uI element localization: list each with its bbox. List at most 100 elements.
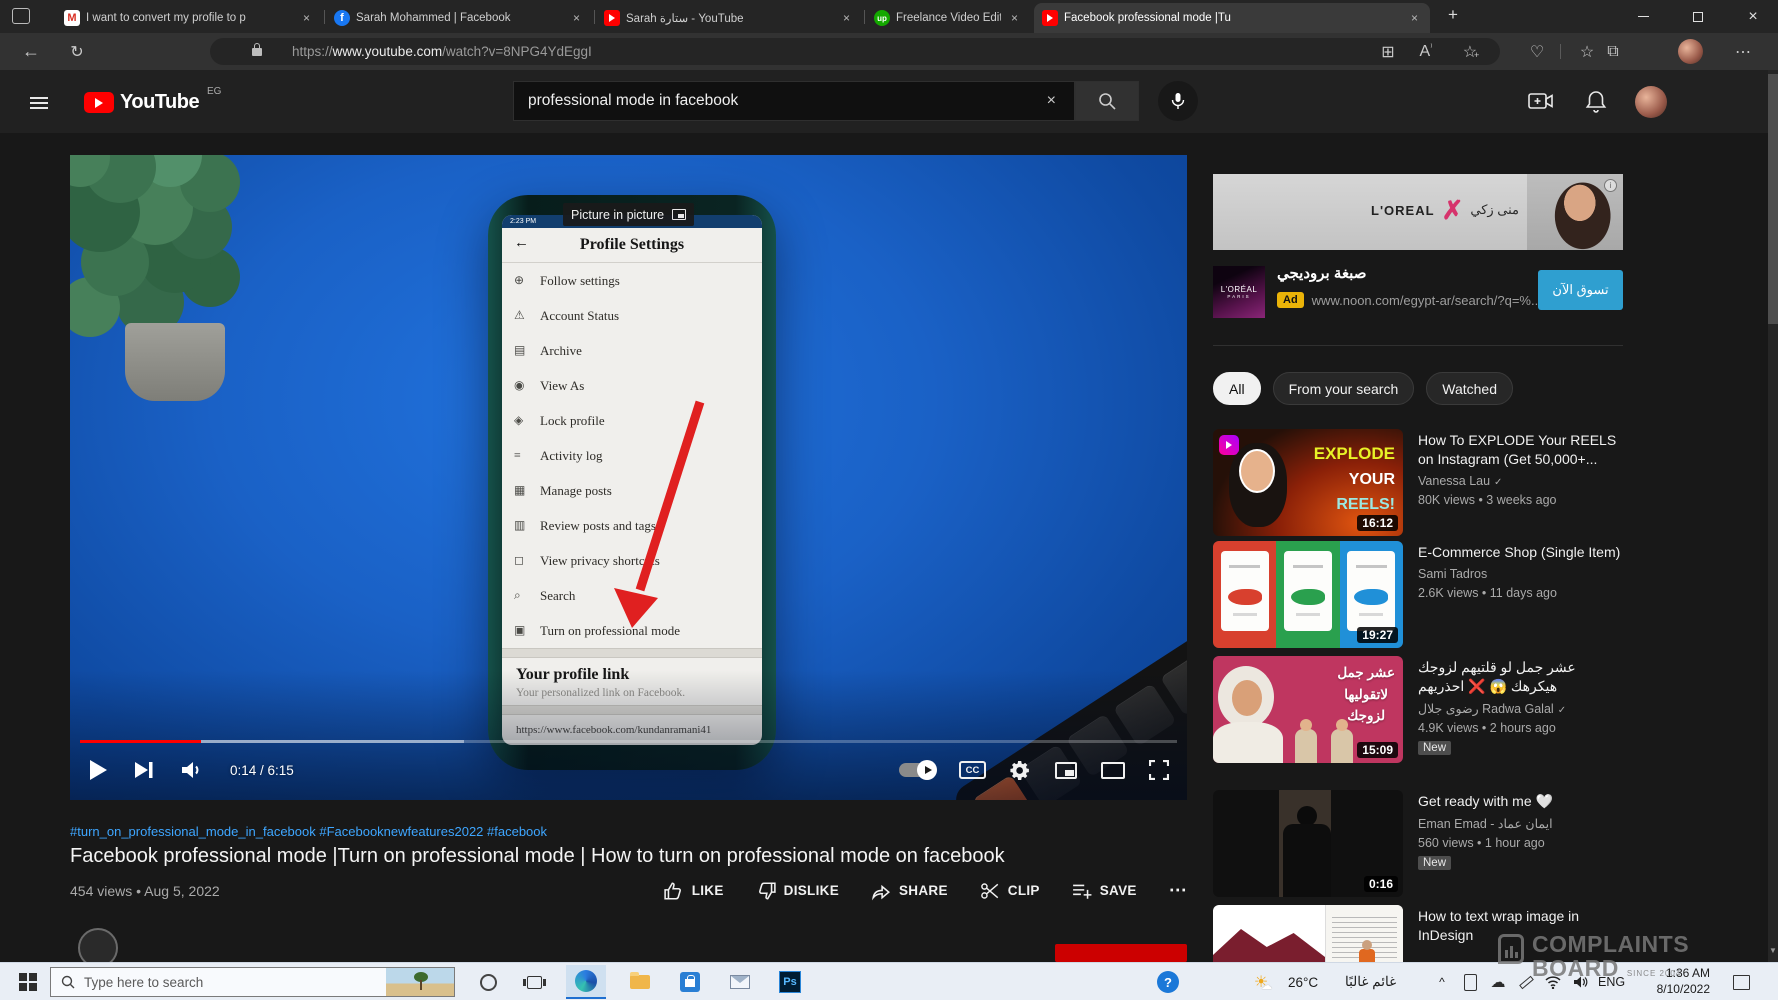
volume-icon[interactable] <box>180 760 204 780</box>
related-video-item[interactable]: عشر جمللاتقوليهالزوجك 15:09 عشر جمل لو ق… <box>1213 656 1623 788</box>
start-button[interactable] <box>10 963 46 1000</box>
action-center-icon[interactable] <box>1726 963 1756 1000</box>
search-icon <box>1097 91 1117 111</box>
close-button[interactable]: × <box>1730 0 1776 33</box>
temperature-text[interactable]: 26°C <box>1288 963 1318 1000</box>
collections-icon[interactable]: ⧉ <box>1600 40 1626 63</box>
youtube-logo-icon[interactable] <box>84 92 114 113</box>
settings-gear-icon[interactable] <box>1010 760 1031 781</box>
share-button[interactable]: SHARE <box>871 881 948 901</box>
clip-button[interactable]: CLIP <box>980 881 1040 901</box>
video-thumbnail[interactable]: 19:27 <box>1213 541 1403 648</box>
video-thumbnail[interactable]: عشر جمللاتقوليهالزوجك 15:09 <box>1213 656 1403 763</box>
tab-close-icon[interactable]: × <box>839 11 854 25</box>
add-favorite-icon[interactable]: ☆+ <box>1458 40 1484 63</box>
youtube-logo-text[interactable]: YouTube <box>120 91 199 114</box>
tab-facebook[interactable]: f Sarah Mohammed | Facebook × <box>326 3 592 33</box>
scrollbar-thumb[interactable] <box>1768 74 1778 324</box>
video-thumbnail[interactable]: How to <box>1213 905 1403 962</box>
channel-name[interactable]: Sami Tadros <box>1418 567 1623 581</box>
channel-name[interactable]: رضوى جلال Radwa Galal✓ <box>1418 701 1623 716</box>
microsoft-store-icon[interactable] <box>672 963 708 1000</box>
mail-icon[interactable] <box>722 963 758 1000</box>
browser-essentials-icon[interactable]: ♡ <box>1524 40 1550 63</box>
refresh-icon[interactable]: ↻ <box>64 40 90 63</box>
tablet-mode-icon[interactable] <box>1458 963 1482 1000</box>
url-field[interactable]: https://www.youtube.com/watch?v=8NPG4YdE… <box>210 38 1500 65</box>
chip-watched[interactable]: Watched <box>1426 372 1513 405</box>
search-box[interactable]: × <box>513 81 1075 121</box>
profile-avatar[interactable] <box>1678 39 1703 64</box>
mic-button[interactable] <box>1158 81 1198 121</box>
ad-cta-button[interactable]: تسوق الآن <box>1538 270 1623 310</box>
related-video-item[interactable]: 0:16 Get ready with me 🤍 Eman Emad - ايم… <box>1213 790 1623 905</box>
related-video-item[interactable]: EXPLODEYOURREELS! 16:12 How To EXPLODE Y… <box>1213 429 1623 539</box>
create-video-icon[interactable] <box>1528 90 1554 117</box>
taskbar-search-box[interactable]: Type here to search <box>50 967 455 997</box>
next-button[interactable] <box>134 761 154 779</box>
chip-from-your-search[interactable]: From your search <box>1273 372 1415 405</box>
scrollbar-down-arrow[interactable]: ▼ <box>1768 946 1778 955</box>
autoplay-toggle[interactable] <box>899 763 935 777</box>
subscribe-button-partial[interactable] <box>1055 944 1187 962</box>
minimize-button[interactable] <box>1620 0 1666 33</box>
favorites-icon[interactable]: ☆ <box>1574 40 1600 63</box>
tab-close-icon[interactable]: × <box>299 11 314 25</box>
ad-title[interactable]: صبغة بروديجي <box>1277 264 1366 282</box>
taskbar-edge-icon[interactable] <box>566 965 606 999</box>
tab-close-icon[interactable]: × <box>569 11 584 25</box>
tab-active-facebook-professional-mode[interactable]: Facebook professional mode |Tu × <box>1034 3 1430 33</box>
settings-more-icon[interactable]: ⋯ <box>1730 40 1756 63</box>
dislike-button[interactable]: DISLIKE <box>756 881 839 901</box>
chip-all[interactable]: All <box>1213 372 1261 405</box>
url-text: https://www.youtube.com/watch?v=8NPG4YdE… <box>292 44 592 59</box>
help-icon[interactable]: ? <box>1150 963 1186 1000</box>
save-button[interactable]: SAVE <box>1072 881 1137 901</box>
tab-close-icon[interactable]: × <box>1007 11 1022 25</box>
task-view-icon[interactable] <box>516 963 552 1000</box>
weather-condition-text[interactable]: غائم غالبًا <box>1345 963 1396 1000</box>
ad-banner[interactable]: L'OREAL ✗ منى زكي i <box>1213 174 1623 250</box>
tab-youtube-sarah[interactable]: Sarah ستارة - YouTube × <box>596 3 862 33</box>
clear-search-icon[interactable]: × <box>1047 92 1060 110</box>
tab-gmail[interactable]: M I want to convert my profile to p × <box>56 3 322 33</box>
video-player[interactable]: 2:23 PM ← Profile Settings ⊕Follow setti… <box>70 155 1187 800</box>
tab-upwork[interactable]: up Freelance Video Editor Jobs - Up × <box>866 3 1030 33</box>
notifications-bell-icon[interactable] <box>1585 90 1607 119</box>
related-video-item[interactable]: 19:27 E-Commerce Shop (Single Item) Sami… <box>1213 541 1623 651</box>
guide-menu-icon[interactable] <box>30 94 48 112</box>
tab-actions-icon[interactable] <box>12 8 30 24</box>
photoshop-icon[interactable]: Ps <box>772 963 808 1000</box>
back-icon[interactable]: ← <box>18 40 44 63</box>
channel-name[interactable]: Eman Emad - ايمان عماد <box>1418 816 1623 831</box>
search-highlight-image[interactable] <box>386 968 454 996</box>
file-explorer-icon[interactable] <box>622 963 658 1000</box>
play-button[interactable] <box>88 759 108 781</box>
new-tab-button[interactable]: + <box>1448 5 1458 25</box>
split-screen-icon[interactable]: ⊞ <box>1375 40 1401 63</box>
video-thumbnail[interactable]: 0:16 <box>1213 790 1403 897</box>
search-button[interactable] <box>1075 81 1139 121</box>
read-aloud-icon[interactable]: A⁾ <box>1413 40 1439 63</box>
maximize-button[interactable] <box>1675 0 1721 33</box>
captions-button[interactable]: CC <box>959 761 986 779</box>
video-hashtags[interactable]: #turn_on_professional_mode_in_facebook #… <box>70 824 547 839</box>
channel-name[interactable]: Vanessa Lau✓ <box>1418 474 1623 488</box>
advertiser-logo[interactable]: L'ORÉAL PARIS <box>1213 266 1265 318</box>
progress-bar[interactable] <box>80 740 1177 744</box>
ad-info-icon[interactable]: i <box>1604 179 1617 192</box>
tab-close-icon[interactable]: × <box>1407 11 1422 25</box>
save-playlist-icon <box>1072 881 1092 901</box>
video-thumbnail[interactable]: EXPLODEYOURREELS! 16:12 <box>1213 429 1403 536</box>
tray-chevron-icon[interactable]: ^ <box>1432 963 1452 1000</box>
search-input[interactable] <box>528 92 1018 110</box>
fullscreen-icon[interactable] <box>1149 760 1169 780</box>
miniplayer-icon[interactable] <box>1055 762 1077 779</box>
cortana-icon[interactable] <box>470 963 506 1000</box>
picture-in-picture-icon[interactable] <box>672 209 686 220</box>
theater-mode-icon[interactable] <box>1101 762 1125 779</box>
like-button[interactable]: LIKE <box>664 881 724 901</box>
phone-back-icon: ← <box>514 235 529 252</box>
account-avatar[interactable] <box>1635 86 1667 118</box>
more-actions-button[interactable]: ⋯ <box>1169 880 1187 901</box>
